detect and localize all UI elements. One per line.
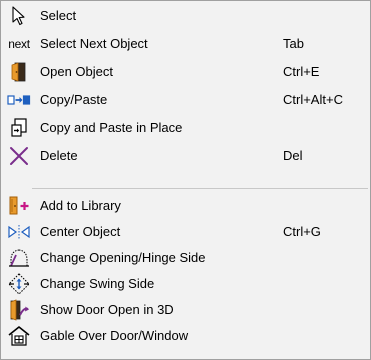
menu-item-shortcut: Tab — [283, 36, 304, 51]
menu-item-add-to-library[interactable]: Add to Library — [1, 193, 370, 219]
menu-item-label: Gable Over Door/Window — [40, 328, 189, 343]
menu-item-select-next-object[interactable]: next Select Next Object Tab — [1, 31, 370, 57]
menu-item-change-opening-hinge-side[interactable]: Change Opening/Hinge Side — [1, 245, 370, 271]
menu-item-label: Add to Library — [40, 198, 121, 213]
menu-item-shortcut: Ctrl+E — [283, 64, 320, 79]
menu-separator — [32, 188, 368, 189]
next-icon-text: next — [8, 37, 30, 51]
menu-item-label: Show Door Open in 3D — [40, 302, 174, 317]
open-door-icon — [4, 60, 34, 84]
gable-icon — [4, 324, 34, 348]
hinge-side-icon — [4, 246, 34, 270]
menu-item-label: Change Swing Side — [40, 276, 155, 291]
copy-paste-icon — [4, 88, 34, 112]
door-open-3d-icon — [4, 298, 34, 322]
menu-item-copy-paste[interactable]: Copy/Paste Ctrl+Alt+C — [1, 87, 370, 113]
menu-item-change-swing-side[interactable]: Change Swing Side — [1, 271, 370, 297]
menu-item-show-door-open-in-3d[interactable]: Show Door Open in 3D — [1, 297, 370, 323]
add-to-library-icon — [4, 194, 34, 218]
menu-item-label: Select Next Object — [40, 36, 148, 51]
menu-item-center-object[interactable]: Center Object Ctrl+G — [1, 219, 370, 245]
menu-item-label: Copy and Paste in Place — [40, 120, 183, 135]
menu-item-label: Copy/Paste — [40, 92, 108, 107]
menu-item-copy-and-paste-in-place[interactable]: Copy and Paste in Place — [1, 115, 370, 141]
pointer-arrow-icon — [4, 4, 34, 28]
next-text-icon: next — [4, 32, 34, 56]
swing-side-icon — [4, 272, 34, 296]
menu-item-label: Open Object — [40, 64, 113, 79]
paste-in-place-icon — [4, 116, 34, 140]
center-object-icon — [4, 220, 34, 244]
context-menu: Select next Select Next Object Tab Open … — [0, 0, 371, 360]
menu-item-label: Center Object — [40, 224, 121, 239]
menu-item-select[interactable]: Select — [1, 3, 370, 29]
menu-item-gable-over-door-window[interactable]: Gable Over Door/Window — [1, 323, 370, 349]
menu-item-label: Change Opening/Hinge Side — [40, 250, 206, 265]
menu-item-delete[interactable]: Delete Del — [1, 143, 370, 169]
menu-item-shortcut: Ctrl+G — [283, 224, 321, 239]
menu-item-label: Select — [40, 8, 77, 23]
menu-item-open-object[interactable]: Open Object Ctrl+E — [1, 59, 370, 85]
menu-item-shortcut: Ctrl+Alt+C — [283, 92, 343, 107]
menu-item-shortcut: Del — [283, 148, 303, 163]
delete-x-icon — [4, 144, 34, 168]
menu-item-label: Delete — [40, 148, 78, 163]
